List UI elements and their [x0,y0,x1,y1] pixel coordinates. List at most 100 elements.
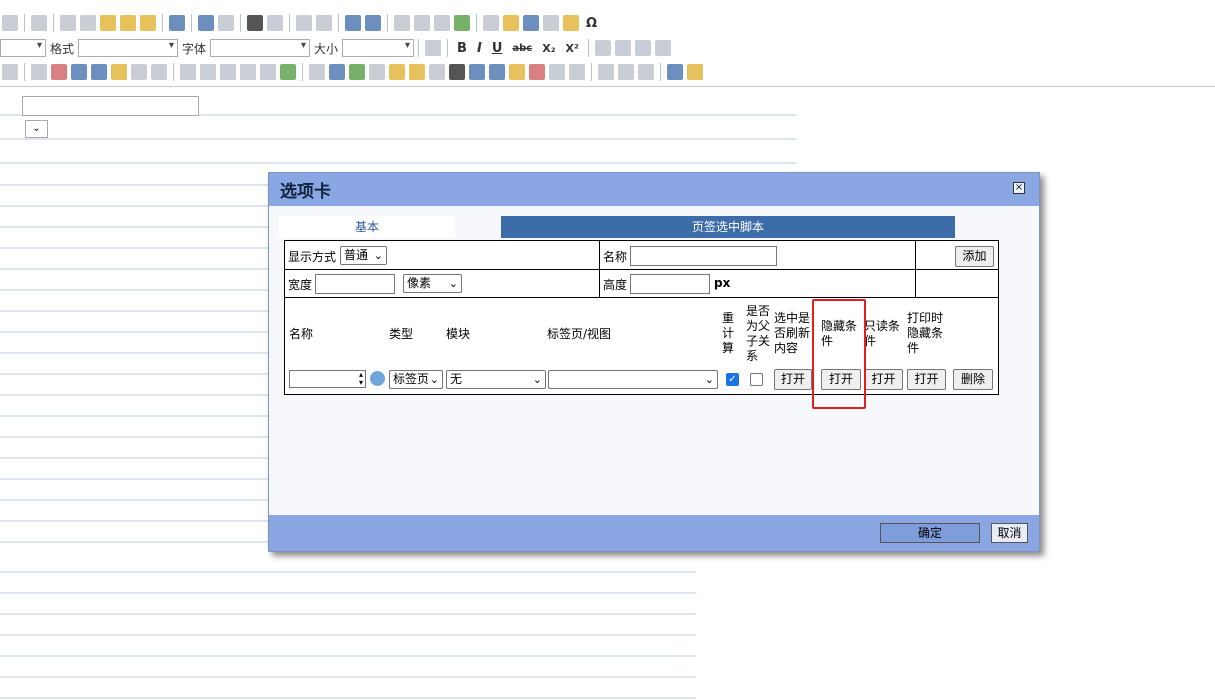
special-char-icon[interactable]: Ω [586,16,597,31]
expand-icon[interactable] [131,64,147,80]
undo-icon[interactable] [198,15,214,31]
bg-color-icon[interactable] [687,64,703,80]
chain-icon[interactable] [598,64,614,80]
qrcode-icon[interactable] [449,64,465,80]
display-mode-select[interactable]: 普通 ⌄ [340,246,387,265]
pen-icon[interactable] [309,64,325,80]
building-icon[interactable] [91,64,107,80]
bold-button[interactable]: B [457,41,467,56]
preview-icon[interactable] [2,15,18,31]
paste-word-icon[interactable] [140,15,156,31]
recalc-checkbox[interactable]: ✓ [726,373,739,386]
calendar-icon[interactable] [51,64,67,80]
width-input[interactable] [315,274,395,294]
replace-icon[interactable] [267,15,283,31]
link-field-icon[interactable] [71,64,87,80]
refresh-icon[interactable] [370,371,385,386]
div-icon[interactable] [454,15,470,31]
list-field-icon[interactable] [280,64,296,80]
ordered-list-icon[interactable] [345,15,361,31]
font-select[interactable] [210,39,311,57]
maximize-icon[interactable] [425,40,442,56]
ok-button[interactable]: 确定 [880,523,980,543]
microphone-icon[interactable] [429,64,445,80]
align-center-icon[interactable] [614,40,631,56]
size-select[interactable] [342,39,415,57]
table-icon[interactable] [523,15,539,31]
flag-icon[interactable] [111,64,127,80]
flash-icon[interactable] [503,15,519,31]
tab-name-stepper[interactable]: ▴ ▾ [289,370,366,388]
cube-icon[interactable] [329,64,345,80]
photo-icon[interactable] [260,64,276,80]
subscript-button[interactable]: X₂ [542,42,555,55]
map-icon[interactable] [409,64,425,80]
style-select[interactable] [0,39,46,57]
tab-view-select[interactable]: ⌄ [548,370,718,389]
textarea-icon[interactable] [200,64,216,80]
strike-button[interactable]: abc [512,43,532,54]
code-icon[interactable] [240,64,256,80]
tab-basic[interactable]: 基本 [279,216,455,238]
cut-icon[interactable] [60,15,76,31]
minus-icon[interactable] [569,64,585,80]
indent-icon[interactable] [414,15,430,31]
spellcheck-icon[interactable] [169,15,185,31]
outdent-icon[interactable] [394,15,410,31]
image-icon[interactable] [483,15,499,31]
height-input[interactable] [630,274,710,294]
landscape-icon[interactable] [349,64,365,80]
align-right-icon[interactable] [634,40,651,56]
certificate-icon[interactable] [389,64,405,80]
number-box-icon[interactable] [549,64,565,80]
cancel-button[interactable]: 取消 [991,523,1028,543]
close-icon[interactable]: × [1013,182,1025,194]
horizontal-rule-icon[interactable] [543,15,559,31]
background-select[interactable]: ⌄ [25,120,48,138]
refresh-open-button[interactable]: 打开 [774,369,812,390]
tab-tab-select-script[interactable]: 页签选中脚本 [501,216,955,238]
text-color-icon[interactable] [667,64,683,80]
background-text-input[interactable] [22,96,199,116]
clipboard-icon[interactable] [220,64,236,80]
chart-icon[interactable] [489,64,505,80]
readonly-open-button[interactable]: 打开 [864,369,903,390]
camera-icon[interactable] [369,64,385,80]
anchor-icon[interactable] [638,64,654,80]
underline-button[interactable]: U [492,41,503,56]
stepper-arrows-icon[interactable]: ▴ ▾ [359,371,363,387]
module-select[interactable]: 无 ⌄ [446,370,546,389]
find-icon[interactable] [247,15,263,31]
redo-icon[interactable] [218,15,234,31]
type-select[interactable]: 标签页 ⌄ [389,370,443,389]
select-all-icon[interactable] [296,15,312,31]
parent-child-checkbox[interactable] [750,373,763,386]
smiley-icon[interactable] [563,15,579,31]
add-button[interactable]: 添加 [955,246,994,267]
unlink-icon[interactable] [618,64,634,80]
stop-icon[interactable] [529,64,545,80]
template-icon[interactable] [151,64,167,80]
bullet-list-icon[interactable] [365,15,381,31]
blockquote-icon[interactable] [434,15,450,31]
page-icon[interactable] [31,64,47,80]
format-select[interactable] [78,39,179,57]
eraser-icon[interactable] [316,15,332,31]
copy-icon[interactable] [80,15,96,31]
unit-select[interactable]: 像素 ⌄ [403,274,462,293]
word-icon[interactable] [469,64,485,80]
name-input[interactable] [630,246,777,266]
delete-button[interactable]: 删除 [953,369,993,390]
paste-icon[interactable] [100,15,116,31]
document-icon[interactable] [31,15,47,31]
textbox-icon[interactable] [180,64,196,80]
align-left-icon[interactable] [594,40,611,56]
col-type: 类型 [389,327,414,341]
superscript-button[interactable]: X² [566,42,579,55]
justify-icon[interactable] [654,40,671,56]
print-hide-open-button[interactable]: 打开 [907,369,946,390]
italic-button[interactable]: I [477,41,482,56]
form-icon[interactable] [2,64,18,80]
color-wheel-icon[interactable] [509,64,525,80]
paste-text-icon[interactable] [120,15,136,31]
